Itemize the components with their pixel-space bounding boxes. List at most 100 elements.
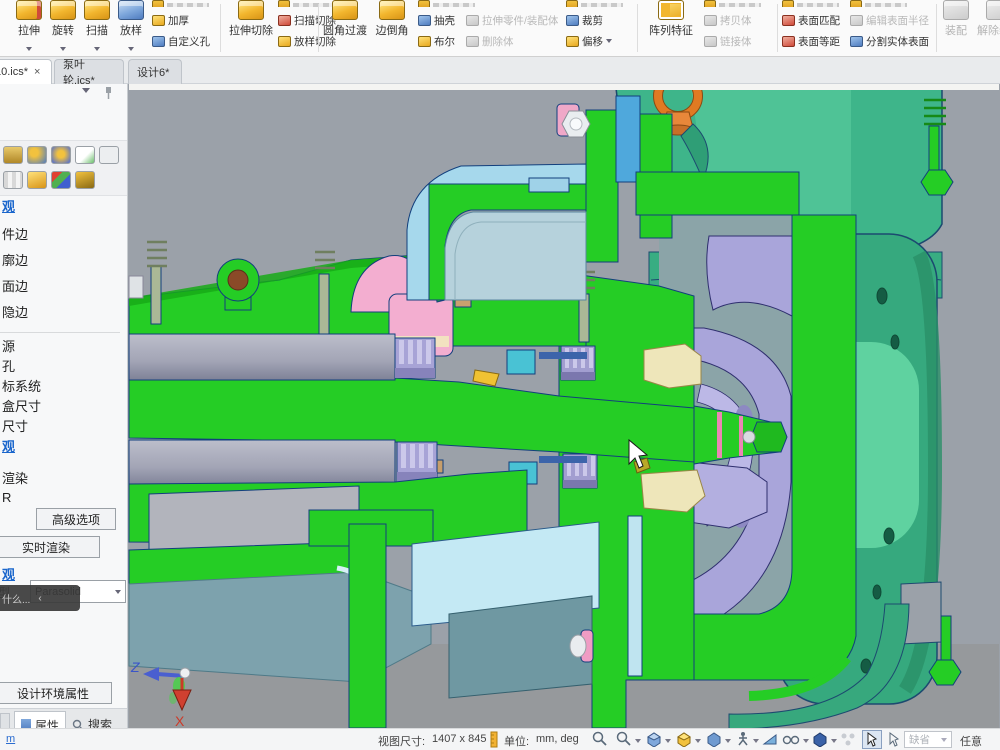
glasses-icon[interactable]: [782, 731, 800, 747]
clipped-toolbar-row: [152, 0, 209, 7]
pattern-feature-button[interactable]: 阵列特征: [644, 0, 698, 38]
panel-icon-toolbar: [0, 140, 128, 196]
view-option-light[interactable]: 源: [2, 336, 15, 355]
chevron-down-icon[interactable]: [831, 739, 837, 743]
tab-10ics[interactable]: 10.ics* ×: [0, 59, 52, 84]
custom-hole-button[interactable]: 自定义孔: [152, 32, 210, 50]
delete-body-button[interactable]: 删除体: [466, 32, 514, 50]
snap-dropdown[interactable]: 缺省: [904, 731, 952, 748]
disassemble-button[interactable]: 解除装配: [974, 0, 1000, 38]
chevron-down-icon[interactable]: [665, 739, 671, 743]
material-icon[interactable]: [27, 146, 47, 164]
offset-button[interactable]: 偏移: [566, 32, 612, 50]
view-option-link[interactable]: 观: [2, 436, 15, 455]
pattern-feature-icon: [658, 0, 684, 20]
design-env-properties-button[interactable]: 设计环境属性: [0, 682, 112, 704]
thicken-button[interactable]: 加厚: [152, 11, 189, 29]
extrude-cut-button[interactable]: 拉伸切除: [226, 0, 276, 38]
copy-body-icon: [704, 15, 717, 26]
surface-offset-icon: [782, 36, 795, 47]
chevron-down-icon: [94, 47, 100, 51]
arrow-icon[interactable]: [888, 732, 900, 747]
view-option-r[interactable]: R: [2, 490, 11, 505]
loft-button[interactable]: 放样: [114, 0, 148, 56]
annotate-icon[interactable]: [75, 146, 95, 164]
shade-cube-icon[interactable]: [676, 731, 692, 747]
chevron-down-icon[interactable]: [803, 739, 809, 743]
extrude-cut-icon: [238, 0, 264, 20]
panel-collapse-chevron-icon[interactable]: [82, 88, 90, 93]
zoom-icon[interactable]: [592, 731, 608, 747]
tab-design6[interactable]: 设计6*: [128, 59, 182, 84]
unit-label: 单位:: [504, 733, 529, 749]
render-settings-icon[interactable]: [3, 146, 23, 164]
chevron-down-icon[interactable]: [635, 739, 641, 743]
chamfer-button[interactable]: 边倒角: [370, 0, 414, 38]
edit-surface-radius-button[interactable]: 编辑表面半径: [850, 11, 929, 29]
fillet-button[interactable]: 圆角过渡: [322, 0, 368, 38]
panel-link-fragment[interactable]: 观: [2, 564, 15, 583]
surface-match-button[interactable]: 表面匹配: [782, 11, 840, 29]
chevron-down-icon: [26, 47, 32, 51]
display-cube-icon[interactable]: [706, 731, 722, 747]
copy-body-button[interactable]: 拷贝体: [704, 11, 752, 29]
properties-sidebar: 观 件边 廓边 面边 隐边 源 孔 标系统 盒尺寸 尺寸 观 渲染 R 高级选项…: [0, 84, 128, 750]
view-option-render[interactable]: 渲染: [2, 468, 28, 487]
ribbon-divider: [220, 4, 221, 52]
chevron-down-icon: [115, 590, 121, 594]
boolean-button[interactable]: 布尔: [418, 32, 455, 50]
extrude-part-icon: [466, 15, 479, 26]
chevron-down-icon[interactable]: [753, 739, 759, 743]
revolve-button[interactable]: 旋转: [46, 0, 80, 56]
chevron-down-icon: [941, 738, 947, 742]
chevron-down-icon[interactable]: [695, 739, 701, 743]
axis-triad-icon[interactable]: [51, 171, 71, 189]
view-option-box-size[interactable]: 盒尺寸: [2, 396, 41, 415]
shield-badge-icon[interactable]: [51, 146, 71, 164]
display-option-part-edges[interactable]: 件边: [2, 224, 28, 243]
trim-button[interactable]: 裁剪: [566, 11, 603, 29]
close-icon[interactable]: ×: [34, 66, 40, 78]
tab-pump-impeller[interactable]: 泵叶轮.ics*: [54, 59, 124, 84]
view-cube-icon[interactable]: [646, 731, 662, 747]
chevron-down-icon: [128, 47, 134, 51]
display-option-hidden-edges[interactable]: 隐边: [2, 302, 28, 321]
extrude-button[interactable]: 拉伸: [12, 0, 46, 56]
extrude-icon: [16, 0, 42, 20]
box-icon[interactable]: [27, 171, 47, 189]
view-option-hole[interactable]: 孔: [2, 356, 15, 375]
frame-icon[interactable]: [99, 146, 119, 164]
display-option-link[interactable]: 观: [2, 196, 15, 215]
realtime-render-button[interactable]: 实时渲染: [0, 536, 100, 558]
sweep-icon: [84, 0, 110, 20]
extrude-part-assembly-button[interactable]: 拉伸零件/装配体: [466, 11, 558, 29]
surface-offset-button[interactable]: 表面等距: [782, 32, 840, 50]
display-option-silhouette-edges[interactable]: 廓边: [2, 250, 28, 269]
pin-icon[interactable]: [102, 86, 114, 100]
tools-icon[interactable]: [75, 171, 95, 189]
clipped-toolbar-row: [418, 0, 475, 7]
snap-value: 缺省: [909, 732, 930, 747]
view-option-size[interactable]: 尺寸: [2, 416, 28, 435]
axis-x-label: X: [175, 713, 185, 728]
offset-icon: [566, 36, 579, 47]
walk-icon[interactable]: [736, 731, 750, 747]
dark-cube-icon[interactable]: [812, 731, 828, 747]
assemble-icon: [943, 0, 969, 20]
display-option-section-edges[interactable]: 面边: [2, 276, 28, 295]
assemble-button[interactable]: 装配: [940, 0, 972, 38]
grid-icon[interactable]: [3, 171, 23, 189]
chevron-down-icon[interactable]: [725, 739, 731, 743]
watermark-link[interactable]: m: [6, 733, 15, 745]
zoom-options-icon[interactable]: [616, 731, 632, 747]
link-body-button[interactable]: 链接体: [704, 32, 752, 50]
view-option-coord-system[interactable]: 标系统: [2, 376, 41, 395]
model-viewport[interactable]: Z X: [128, 84, 1000, 728]
shell-button[interactable]: 抽壳: [418, 11, 455, 29]
split-solid-face-button[interactable]: 分割实体表面: [850, 32, 929, 50]
loft-cut-icon: [278, 36, 291, 47]
sweep-button[interactable]: 扫描: [80, 0, 114, 56]
pump-section-model: Z X: [128, 84, 1000, 728]
advanced-options-button[interactable]: 高级选项: [36, 508, 116, 530]
wedge-icon[interactable]: [762, 731, 778, 747]
